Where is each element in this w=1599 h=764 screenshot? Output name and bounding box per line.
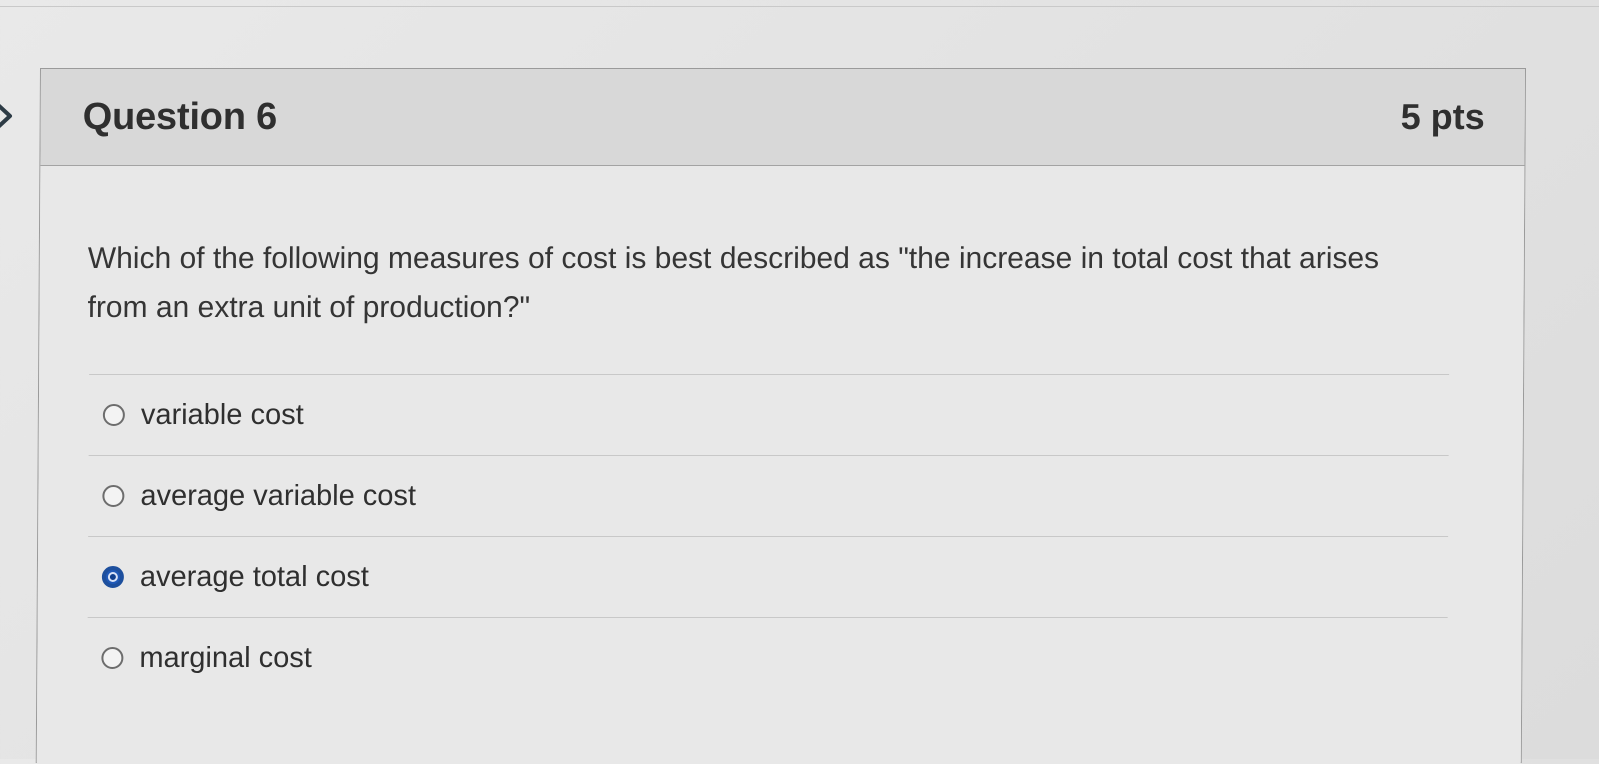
answer-option-marginal-cost[interactable]: marginal cost	[87, 618, 1447, 698]
answer-label: variable cost	[140, 398, 304, 431]
answer-label: average total cost	[139, 560, 369, 593]
answer-label: average variable cost	[140, 479, 417, 512]
answer-option-average-total-cost[interactable]: average total cost	[88, 537, 1448, 617]
chevron-right-icon[interactable]	[0, 96, 22, 136]
top-divider	[0, 6, 1599, 7]
answer-label: marginal cost	[139, 641, 312, 674]
answer-option-variable-cost[interactable]: variable cost	[89, 375, 1449, 455]
question-prompt: Which of the following measures of cost …	[87, 242, 1380, 324]
question-body: Which of the following measures of cost …	[36, 166, 1525, 764]
answer-option-average-variable-cost[interactable]: average variable cost	[88, 456, 1448, 536]
chevron-right-icon-svg	[0, 103, 12, 129]
radio-unchecked-icon[interactable]	[101, 647, 124, 669]
answer-list: variable cost average variable cost aver…	[87, 374, 1450, 698]
question-points: 5 pts	[1400, 96, 1485, 137]
radio-checked-icon[interactable]	[101, 566, 124, 588]
radio-unchecked-icon[interactable]	[102, 485, 125, 507]
question-card: Question 6 5 pts Which of the following …	[35, 68, 1527, 764]
radio-unchecked-icon[interactable]	[102, 404, 125, 426]
question-title: Question 6	[82, 95, 278, 138]
question-header: Question 6 5 pts	[40, 69, 1525, 166]
